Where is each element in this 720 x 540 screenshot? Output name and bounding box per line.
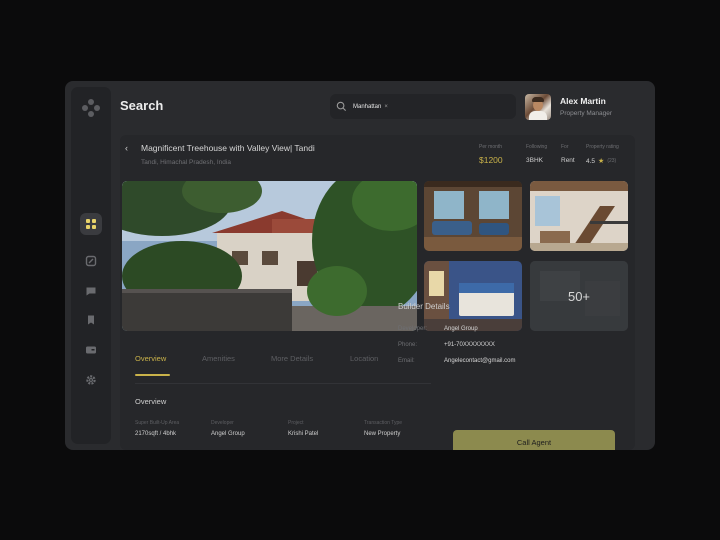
stat-for: For Rent <box>561 144 575 164</box>
search-chip-label: Manhattan <box>353 103 382 110</box>
avatar[interactable] <box>525 94 551 120</box>
field-label: Project <box>288 420 304 426</box>
rating-count: (23) <box>607 158 617 164</box>
stat-value: 3BHK <box>526 157 543 164</box>
field-value: Krishi Patel <box>288 431 319 437</box>
star-icon: ★ <box>598 158 605 165</box>
stat-rating: Property rating 4.5 ★ (23) <box>586 144 619 165</box>
builder-title: Builder Details <box>398 302 450 311</box>
builder-details-card: Builder Details Developer: Angel Group Ph… <box>387 293 577 396</box>
search-icon <box>336 101 347 112</box>
rating-row: 4.5 ★ (23) <box>586 157 619 166</box>
builder-row: Developer: Angel Group <box>398 326 478 332</box>
tag-icon <box>85 255 97 267</box>
property-title: Magnificent Treehouse with Valley View| … <box>141 143 315 153</box>
stat-label: Property rating <box>586 144 619 150</box>
overview-heading: Overview <box>135 397 167 406</box>
builder-label: Phone: <box>398 342 418 348</box>
tab-location[interactable]: Location <box>350 354 378 363</box>
search-input[interactable]: Manhattan × <box>330 94 516 119</box>
user-name: Alex Martin <box>560 96 606 106</box>
overview-field: Super Built-Up Area 2170sqft / 4bhk <box>135 420 179 437</box>
back-arrow-icon[interactable]: ‹ <box>125 143 128 153</box>
tab-overview[interactable]: Overview <box>135 354 166 363</box>
builder-value: Angel Group <box>444 326 478 332</box>
field-value: 2170sqft / 4bhk <box>135 431 177 437</box>
app-window: Search Manhattan × Alex Martin Property … <box>65 81 655 450</box>
grid-icon <box>86 219 96 229</box>
builder-row: Phone: +91-70XXXXXXXX <box>398 342 495 348</box>
sidebar-item-settings[interactable] <box>80 369 102 391</box>
search-chip[interactable]: Manhattan × <box>353 104 388 110</box>
builder-label: Developer: <box>398 326 428 332</box>
field-label: Developer <box>211 420 234 426</box>
builder-value[interactable]: Angelecontact@gmail.com <box>444 358 515 364</box>
sidebar-item-saved[interactable] <box>80 309 102 331</box>
staircase-photo <box>530 181 628 251</box>
field-label: Transaction Type <box>364 420 403 426</box>
main-property-photo[interactable] <box>122 181 417 331</box>
card-icon <box>86 346 96 354</box>
bookmark-icon <box>88 315 94 325</box>
property-location: Tandi, Himachal Pradesh, India <box>141 159 231 166</box>
house-photo <box>122 181 417 331</box>
logo-icon <box>82 99 100 117</box>
stat-label: For <box>561 144 569 150</box>
call-agent-button[interactable]: Call Agent <box>453 430 615 450</box>
stat-value: Rent <box>561 157 575 164</box>
sidebar-item-messages[interactable] <box>80 280 102 302</box>
rating-value: 4.5 <box>586 157 596 165</box>
chip-remove-icon[interactable]: × <box>384 104 388 110</box>
tab-more-details[interactable]: More Details <box>271 354 313 363</box>
stat-price: Per month $1200 <box>479 144 503 165</box>
stat-bedrooms: Following 3BHK <box>526 144 547 164</box>
active-tab-indicator <box>135 374 170 376</box>
gallery-thumb-stairs[interactable] <box>530 181 628 251</box>
stat-value: $1200 <box>479 155 503 165</box>
overview-field: Developer Angel Group <box>211 420 245 437</box>
living-room-photo <box>424 181 522 251</box>
sidebar-item-cards[interactable] <box>80 339 102 361</box>
overview-field: Transaction Type New Property <box>364 420 402 437</box>
builder-value: +91-70XXXXXXXX <box>444 342 495 348</box>
stat-label: Following <box>526 144 548 150</box>
gallery-thumb-living[interactable] <box>424 181 522 251</box>
overview-field: Project Krishi Patel <box>288 420 318 437</box>
user-role: Property Manager <box>560 110 613 117</box>
chat-icon <box>86 287 96 296</box>
builder-label: Email: <box>398 358 415 364</box>
field-value: Angel Group <box>211 431 245 437</box>
sidebar <box>71 87 111 444</box>
sidebar-item-properties[interactable] <box>80 250 102 272</box>
page-title: Search <box>120 98 164 113</box>
field-label: Super Built-Up Area <box>135 420 180 426</box>
gear-icon <box>86 375 96 385</box>
tab-amenities[interactable]: Amenities <box>202 354 235 363</box>
stat-label: Per month <box>479 144 503 150</box>
builder-row: Email: Angelecontact@gmail.com <box>398 358 515 364</box>
field-value: New Property <box>364 431 401 437</box>
sidebar-item-dashboard[interactable] <box>80 213 102 235</box>
